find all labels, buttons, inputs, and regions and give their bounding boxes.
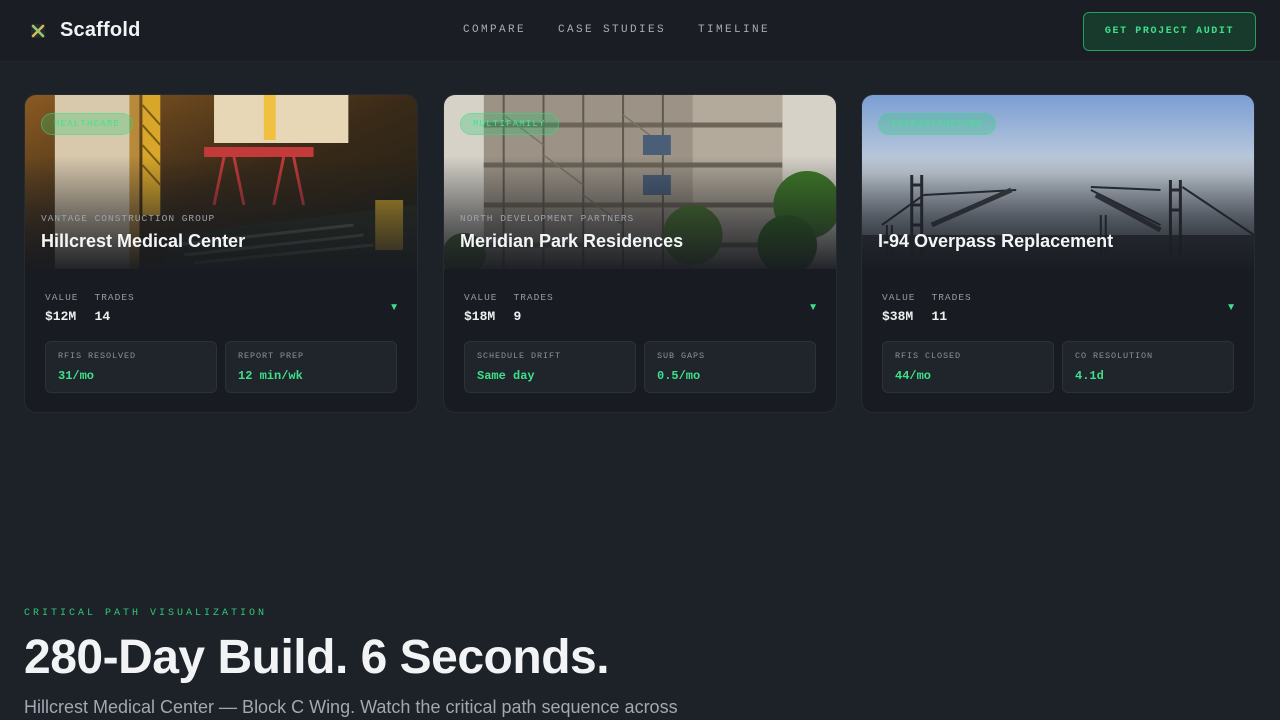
category-badge: MULTIFAMILY [460,113,559,135]
project-value: $18M [464,309,496,324]
nav-timeline[interactable]: TIMELINE [698,24,770,36]
case-study-card-meridian[interactable]: MULTIFAMILY NORTH DEVELOPMENT PARTNERS M… [443,94,837,413]
metric-card: CO RESOLUTION 4.1d [1062,341,1234,393]
site-header: Scaffold COMPARE CASE STUDIES TIMELINE G… [0,0,1280,62]
project-trades: 11 [931,309,948,324]
section-eyebrow: CRITICAL PATH VISUALIZATION [24,608,268,619]
expand-chevron-icon[interactable]: ▼ [808,302,818,313]
project-stats: VALUE $38M TRADES 11 [882,292,972,324]
section-headline: 280-Day Build. 6 Seconds. [24,631,610,684]
brand-name: Scaffold [60,19,141,41]
project-value: $38M [882,309,914,324]
client-name: VANTAGE CONSTRUCTION GROUP [41,213,216,224]
category-badge: HEALTHCARE [41,113,134,135]
case-study-card-hillcrest[interactable]: HEALTHCARE VANTAGE CONSTRUCTION GROUP Hi… [24,94,418,413]
project-trades: 14 [94,309,111,324]
stat-trades-block: TRADES 11 [931,292,972,324]
client-name: NORTH DEVELOPMENT PARTNERS [460,213,635,224]
project-stats: VALUE $12M TRADES 14 [45,292,135,324]
project-stats: VALUE $18M TRADES 9 [464,292,554,324]
project-title: Hillcrest Medical Center [41,231,246,251]
section-description: Hillcrest Medical Center — Block C Wing.… [24,697,678,717]
project-title: Meridian Park Residences [460,231,684,251]
nav-compare[interactable]: COMPARE [463,24,526,36]
stat-value-block: VALUE $12M [45,292,79,324]
metric-card: SUB GAPS 0.5/mo [644,341,816,393]
expand-chevron-icon[interactable]: ▼ [389,302,399,313]
metric-card: REPORT PREP 12 min/wk [225,341,397,393]
metric-card: RFIS RESOLVED 31/mo [45,341,217,393]
expand-chevron-icon[interactable]: ▼ [1226,302,1236,313]
stat-value-block: VALUE $38M [882,292,916,324]
main-nav: COMPARE CASE STUDIES TIMELINE [463,24,770,36]
category-badge: INFRASTRUCTURE [878,113,997,135]
stat-trades-block: TRADES 9 [513,292,554,324]
get-project-audit-button[interactable]: GET PROJECT AUDIT [1083,12,1256,51]
x-cross-icon [31,23,45,38]
nav-case-studies[interactable]: CASE STUDIES [558,24,666,36]
project-title: I-94 Overpass Replacement [878,231,1114,251]
stat-value-block: VALUE $18M [464,292,498,324]
project-value: $12M [45,309,77,324]
metric-card: RFIS CLOSED 44/mo [882,341,1054,393]
stat-trades-block: TRADES 14 [94,292,135,324]
case-study-card-overpass[interactable]: INFRASTRUCTURE I-94 Overpass Replacement… [861,94,1255,413]
metric-card: SCHEDULE DRIFT Same day [464,341,636,393]
project-trades: 9 [513,309,522,324]
brand-logo[interactable]: Scaffold [28,19,141,42]
